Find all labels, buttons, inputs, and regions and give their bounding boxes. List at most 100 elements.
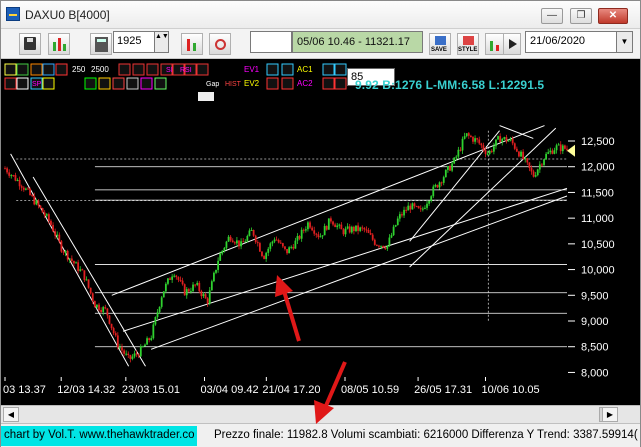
candle-body xyxy=(112,328,115,334)
horizontal-scrollbar[interactable]: ◀ ▶ xyxy=(1,405,640,423)
candle-body xyxy=(344,228,347,235)
y-axis-tick-label: 11,000 xyxy=(581,213,614,225)
candle-body xyxy=(75,262,77,264)
last-price-marker xyxy=(567,144,575,157)
candle-body xyxy=(432,186,435,197)
indicator-rect-button[interactable] xyxy=(118,63,131,76)
candle-body xyxy=(265,252,268,259)
maximize-button[interactable]: ❐ xyxy=(570,8,592,24)
toggle-button-5[interactable] xyxy=(322,77,335,90)
candle-body xyxy=(56,234,59,236)
candle-body xyxy=(442,177,445,183)
chart-canvas[interactable]: 2502500HREV1EV2AC1AC2GapHISTSPSIRSI12,50… xyxy=(1,59,640,405)
candle-body xyxy=(139,346,142,357)
indicator-sp-button[interactable] xyxy=(42,77,55,90)
indicator-fib-button[interactable] xyxy=(140,77,153,90)
candle-body xyxy=(37,200,40,206)
candle-body xyxy=(428,200,431,204)
sp-label: SP xyxy=(32,81,42,88)
candle-body xyxy=(62,251,65,253)
indicator-arrow-button[interactable] xyxy=(98,77,111,90)
period-input[interactable]: 1925 xyxy=(113,31,155,53)
candle-body xyxy=(215,269,217,273)
candle-body xyxy=(488,150,491,154)
indicator-line-button[interactable] xyxy=(42,63,55,76)
indicator-info-text: 9.92 B:1276 L-MM:6.58 L:12291.5 xyxy=(355,78,545,92)
price-chart[interactable]: 2502500HREV1EV2AC1AC2GapHISTSPSIRSI12,50… xyxy=(1,59,640,421)
indicator-bb-button[interactable] xyxy=(146,63,159,76)
candle-body xyxy=(10,175,13,177)
toggle-button-4[interactable] xyxy=(322,63,335,76)
indicator-ma-button[interactable] xyxy=(154,77,167,90)
candle-body xyxy=(465,133,468,137)
floppy-save-icon[interactable] xyxy=(19,33,41,55)
indicator-ao-button[interactable] xyxy=(196,63,209,76)
candle-body xyxy=(543,159,545,165)
candle-body xyxy=(474,138,476,142)
chart-bars-icon[interactable] xyxy=(48,33,70,55)
minimize-button[interactable]: — xyxy=(541,8,563,24)
period-250-label: 250 xyxy=(72,65,86,74)
title-bar[interactable]: DAXU0 B[4000] — ❐ ✕ xyxy=(1,1,640,29)
indicator-l-button[interactable] xyxy=(16,77,29,90)
save-layout-icon[interactable]: SAVE xyxy=(429,33,451,55)
candle-body xyxy=(453,157,456,164)
candle-body xyxy=(401,214,403,216)
candle-body xyxy=(244,241,247,243)
indicator-grid-button[interactable] xyxy=(126,77,139,90)
toggle-button-2[interactable] xyxy=(281,63,294,76)
candle-body xyxy=(518,151,520,157)
candle-body xyxy=(24,188,27,190)
hr-button[interactable] xyxy=(198,92,214,101)
toggle-button-0[interactable] xyxy=(266,63,279,76)
candle-body xyxy=(472,137,474,142)
indicator-h-button[interactable] xyxy=(4,77,17,90)
candle-body xyxy=(275,239,278,241)
candle-body xyxy=(190,291,192,293)
close-button[interactable]: ✕ xyxy=(598,8,628,24)
candle-body xyxy=(164,283,167,292)
indicator-bars-icon[interactable] xyxy=(181,33,203,55)
candle-body xyxy=(538,164,541,170)
scroll-right-arrow-icon[interactable]: ▶ xyxy=(602,407,618,422)
indicator-bar-button[interactable] xyxy=(16,63,29,76)
candle-body xyxy=(369,233,372,235)
period-stepper[interactable]: ▲▼ xyxy=(155,31,169,53)
indicator-candle-button[interactable] xyxy=(30,63,43,76)
candle-body xyxy=(254,235,257,243)
candle-body xyxy=(77,262,80,271)
scroll-left-arrow-icon[interactable]: ◀ xyxy=(3,407,19,422)
candle-body xyxy=(162,291,165,298)
toggle-button-7[interactable] xyxy=(334,77,347,90)
indicator-rsi-button[interactable] xyxy=(55,63,68,76)
chevron-down-icon[interactable]: ▼ xyxy=(617,31,633,53)
indicator-bars2-button[interactable] xyxy=(84,77,97,90)
play-icon[interactable] xyxy=(503,33,521,55)
candle-body xyxy=(457,149,460,157)
candle-body xyxy=(505,137,508,142)
date-picker[interactable]: 21/06/2020 xyxy=(525,31,617,53)
candle-body xyxy=(424,207,426,209)
style-icon[interactable]: STYLE xyxy=(457,33,479,55)
toggle-button-3[interactable] xyxy=(281,77,294,90)
calculator-icon[interactable] xyxy=(90,33,112,55)
candle-body xyxy=(484,149,487,154)
candle-body xyxy=(309,222,311,228)
symbol-input[interactable] xyxy=(250,31,292,53)
indicator-rect2-button[interactable] xyxy=(132,63,145,76)
indicator-vol-button[interactable] xyxy=(112,77,125,90)
candle-body xyxy=(359,227,362,231)
candle-body xyxy=(405,209,408,211)
toggle-button-1[interactable] xyxy=(266,77,279,90)
candle-body xyxy=(434,184,437,187)
candle-body xyxy=(476,138,479,140)
candle-body xyxy=(307,222,309,230)
toggle-button-6[interactable] xyxy=(334,63,347,76)
settings-chart-icon[interactable] xyxy=(209,33,231,55)
candle-body xyxy=(154,316,157,325)
candle-body xyxy=(392,226,395,236)
candle-body xyxy=(522,151,525,159)
x-axis-tick-label: 12/03 14.32 xyxy=(57,384,115,396)
candle-body xyxy=(240,241,242,247)
indicator-lock-button[interactable] xyxy=(4,63,17,76)
